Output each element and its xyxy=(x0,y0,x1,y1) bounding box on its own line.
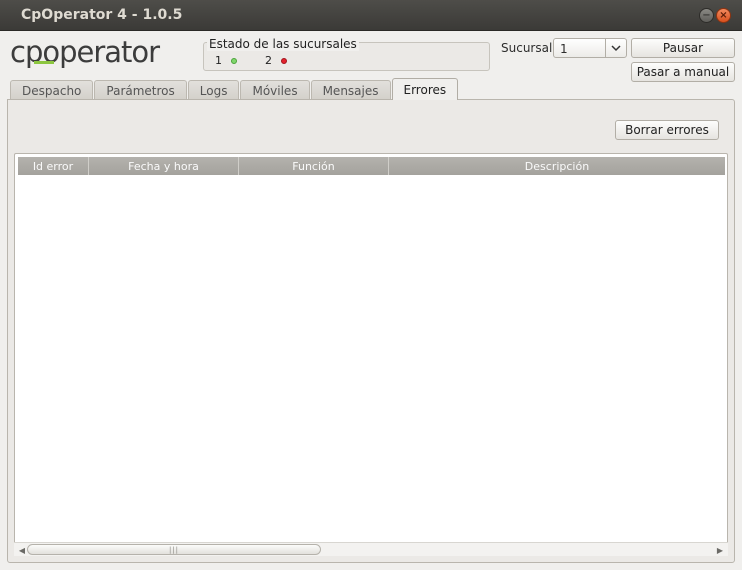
column-header-id[interactable]: Id error xyxy=(18,157,89,175)
minimize-button[interactable]: − xyxy=(699,8,714,23)
scrollbar-thumb[interactable]: ||| xyxy=(27,544,321,555)
branch-id: 1 xyxy=(215,54,222,67)
title-bar: CpOperator 4 - 1.0.5 − × xyxy=(0,0,742,31)
pause-button[interactable]: Pausar xyxy=(631,38,735,58)
branch-id: 2 xyxy=(265,54,272,67)
branch-status-2: 2 xyxy=(265,54,287,67)
tab-moviles[interactable]: Móviles xyxy=(240,80,310,100)
status-ok-icon xyxy=(231,57,237,64)
tab-logs[interactable]: Logs xyxy=(187,80,240,100)
status-error-icon xyxy=(281,57,287,64)
column-header-fecha[interactable]: Fecha y hora xyxy=(89,157,239,175)
clear-errors-button[interactable]: Borrar errores xyxy=(615,120,719,140)
cpoperator-logo: cpoperator xyxy=(10,37,161,69)
close-button[interactable]: × xyxy=(716,8,731,23)
branch-status-group: Estado de las sucursales 1 2 xyxy=(203,37,490,71)
sucursal-value: 1 xyxy=(560,42,568,56)
manual-mode-button[interactable]: Pasar a manual xyxy=(631,62,735,82)
tab-despacho[interactable]: Despacho xyxy=(10,80,94,100)
sucursal-select[interactable]: 1 xyxy=(553,38,627,58)
column-header-funcion[interactable]: Función xyxy=(239,157,389,175)
tab-bar: Despacho Parámetros Logs Móviles Mensaje… xyxy=(10,78,459,100)
branch-status-1: 1 xyxy=(215,54,237,67)
horizontal-scrollbar[interactable]: ◀ ||| ▶ xyxy=(14,542,728,556)
tab-parametros[interactable]: Parámetros xyxy=(94,80,187,100)
column-header-descripcion[interactable]: Descripción xyxy=(389,157,725,175)
scroll-right-icon[interactable]: ▶ xyxy=(715,545,725,555)
table-header: Id error Fecha y hora Función Descripció… xyxy=(18,157,725,175)
tab-mensajes[interactable]: Mensajes xyxy=(310,80,391,100)
logo-accent xyxy=(34,61,54,64)
window-title: CpOperator 4 - 1.0.5 xyxy=(21,7,183,23)
status-legend: Estado de las sucursales xyxy=(207,37,359,51)
errors-table: Id error Fecha y hora Función Descripció… xyxy=(14,153,728,556)
sucursal-label: Sucursal xyxy=(501,41,553,55)
chevron-down-icon[interactable] xyxy=(605,39,626,57)
tab-errores[interactable]: Errores xyxy=(391,78,459,100)
logo-text: cpoperator xyxy=(10,37,160,69)
scroll-left-icon[interactable]: ◀ xyxy=(17,545,27,555)
